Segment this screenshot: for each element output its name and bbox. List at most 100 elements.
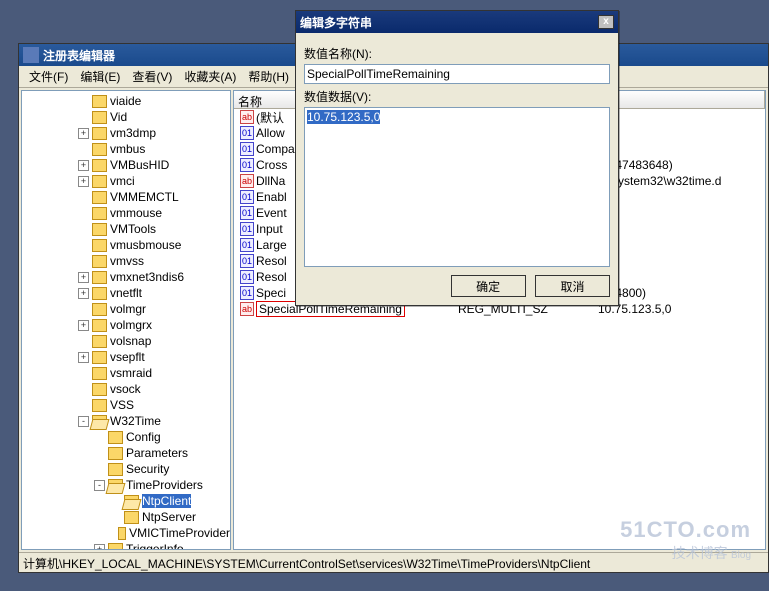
tree-item[interactable]: vmbus	[22, 141, 230, 157]
tree-item[interactable]: vsmraid	[22, 365, 230, 381]
tree-label: TriggerInfo	[126, 542, 184, 550]
folder-icon	[92, 111, 107, 124]
tree-label: vmbus	[110, 142, 145, 156]
folder-icon	[92, 175, 107, 188]
dialog-titlebar[interactable]: 编辑多字符串 x	[296, 11, 618, 33]
collapse-icon[interactable]: -	[94, 480, 105, 491]
col-data[interactable]	[594, 91, 765, 108]
tree-item[interactable]: + TriggerInfo	[22, 541, 230, 550]
menu-file[interactable]: 文件(F)	[23, 66, 74, 87]
expand-icon[interactable]: +	[78, 288, 89, 299]
tree-item[interactable]: vmvss	[22, 253, 230, 269]
value-name: Large	[256, 238, 287, 252]
tree-label: Security	[126, 462, 169, 476]
value-data: (1)	[594, 126, 765, 140]
folder-icon	[92, 303, 107, 316]
folder-icon	[92, 271, 107, 284]
value-data: (1)	[594, 190, 765, 204]
collapse-icon[interactable]: -	[78, 416, 89, 427]
tree-item[interactable]: NtpClient	[22, 493, 230, 509]
tree-item[interactable]: volsnap	[22, 333, 230, 349]
tree-item[interactable]: Vid	[22, 109, 230, 125]
tree-item[interactable]: vmmouse	[22, 205, 230, 221]
tree-item[interactable]: NtpServer	[22, 509, 230, 525]
tree-item[interactable]: volmgr	[22, 301, 230, 317]
expand-icon[interactable]: +	[94, 544, 105, 551]
folder-icon	[118, 527, 126, 540]
tree-item[interactable]: VMTools	[22, 221, 230, 237]
tree-item[interactable]: VMICTimeProvider	[22, 525, 230, 541]
folder-icon	[108, 431, 123, 444]
tree-item[interactable]: Config	[22, 429, 230, 445]
tree-item[interactable]: +VMBusHID	[22, 157, 230, 173]
tree-label: volmgrx	[110, 318, 152, 332]
tree-label: viaide	[110, 94, 141, 108]
tree-label: vsock	[110, 382, 141, 396]
string-value-icon: ab	[240, 110, 254, 124]
string-value-icon: ab	[240, 174, 254, 188]
value-data: (15)	[594, 270, 765, 284]
ok-button[interactable]: 确定	[451, 275, 526, 297]
tree-item[interactable]: Parameters	[22, 445, 230, 461]
watermark: 51CTO.com 技术博客 Blog	[620, 517, 751, 563]
binary-value-icon: 01	[240, 238, 254, 252]
tree-item[interactable]: +vmxnet3ndis6	[22, 269, 230, 285]
value-name: Resol	[256, 254, 287, 268]
expand-icon[interactable]: +	[78, 160, 89, 171]
tree-label: volsnap	[110, 334, 151, 348]
binary-value-icon: 01	[240, 126, 254, 140]
binary-value-icon: 01	[240, 142, 254, 156]
tree-label: Vid	[110, 110, 127, 124]
value-data-textarea[interactable]: 10.75.123.5,0	[304, 107, 610, 267]
expand-icon[interactable]: +	[78, 176, 89, 187]
folder-icon	[92, 335, 107, 348]
tree-item[interactable]: -TimeProviders	[22, 477, 230, 493]
menu-help[interactable]: 帮助(H)	[242, 66, 295, 87]
value-data: (1)	[594, 222, 765, 236]
tree-label: vsepflt	[110, 350, 145, 364]
menu-edit[interactable]: 编辑(E)	[74, 66, 126, 87]
registry-tree[interactable]: viaide Vid+vm3dmpvmbus+VMBusHID+vmciVMMEM…	[21, 90, 231, 550]
value-name-input[interactable]	[304, 64, 610, 84]
tree-item[interactable]: + volmgrx	[22, 317, 230, 333]
tree-label: vmusbmouse	[110, 238, 181, 252]
expand-icon[interactable]: +	[78, 272, 89, 283]
expand-icon[interactable]: +	[78, 128, 89, 139]
value-name: Enabl	[256, 190, 287, 204]
tree-item[interactable]: -W32Time	[22, 413, 230, 429]
tree-item[interactable]: Security	[22, 461, 230, 477]
binary-value-icon: 01	[240, 206, 254, 220]
value-name: Speci	[256, 286, 286, 300]
menu-favorites[interactable]: 收藏夹(A)	[178, 66, 242, 87]
folder-icon	[92, 191, 107, 204]
folder-icon	[108, 463, 123, 476]
expand-icon[interactable]: +	[78, 320, 89, 331]
tree-item[interactable]: VSS	[22, 397, 230, 413]
tree-item[interactable]: +vm3dmp	[22, 125, 230, 141]
binary-value-icon: 01	[240, 158, 254, 172]
tree-item[interactable]: VMMEMCTL	[22, 189, 230, 205]
folder-icon	[108, 543, 123, 551]
tree-label: Config	[126, 430, 161, 444]
binary-value-icon: 01	[240, 190, 254, 204]
string-value-icon: ab	[240, 302, 254, 316]
menu-view[interactable]: 查看(V)	[126, 66, 178, 87]
expand-icon[interactable]: +	[78, 352, 89, 363]
value-data: (2147483648)	[594, 158, 765, 172]
value-name: Input	[256, 222, 283, 236]
tree-item[interactable]: + vsepflt	[22, 349, 230, 365]
cancel-button[interactable]: 取消	[535, 275, 610, 297]
tree-label: NtpServer	[142, 510, 196, 524]
close-icon[interactable]: x	[598, 15, 614, 29]
tree-item[interactable]: +vnetflt	[22, 285, 230, 301]
folder-icon	[92, 399, 107, 412]
tree-item[interactable]: viaide	[22, 93, 230, 109]
tree-label: VMMEMCTL	[110, 190, 179, 204]
tree-item[interactable]: vsock	[22, 381, 230, 397]
value-name: Resol	[256, 270, 287, 284]
folder-icon	[92, 383, 107, 396]
tree-label: VMTools	[110, 222, 156, 236]
tree-item[interactable]: vmusbmouse	[22, 237, 230, 253]
value-data-label: 数值数据(V):	[304, 88, 610, 105]
tree-item[interactable]: +vmci	[22, 173, 230, 189]
